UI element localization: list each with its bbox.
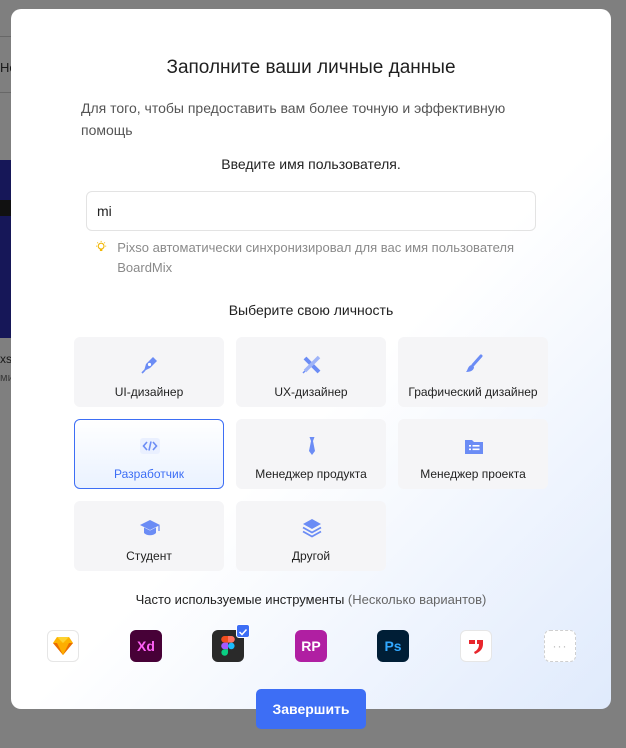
- figma-icon: [221, 636, 235, 656]
- profile-modal: Заполните ваши личные данные Для того, ч…: [11, 9, 611, 729]
- tie-icon: [309, 437, 315, 455]
- role-project-manager[interactable]: Менеджер проекта: [398, 419, 548, 489]
- sync-hint: Pixso автоматически синхронизировал для …: [95, 238, 515, 278]
- pencil-ruler-icon: [302, 355, 321, 374]
- tools-label-text: Часто используемые инструменты: [135, 592, 345, 607]
- username-label: Введите имя пользователя.: [221, 156, 401, 172]
- axure-rp-tool[interactable]: RP: [295, 630, 327, 662]
- adobe-xd-tool[interactable]: Xd: [130, 630, 162, 662]
- role-ui-designer[interactable]: UI-дизайнер: [74, 337, 224, 407]
- username-input[interactable]: [86, 191, 536, 231]
- pen-icon: [141, 357, 157, 374]
- role-graphic-designer[interactable]: Графический дизайнер: [398, 337, 548, 407]
- lightbulb-icon: [96, 240, 107, 252]
- mockplus-tool[interactable]: [460, 630, 492, 662]
- photoshop-icon: Ps: [384, 638, 402, 654]
- modal-title: Заполните ваши личные данные: [166, 57, 456, 78]
- role-other[interactable]: Другой: [236, 501, 386, 571]
- folder-list-icon: [465, 440, 483, 454]
- role-label: Менеджер продукта: [255, 467, 367, 481]
- adobe-xd-icon: Xd: [137, 638, 155, 654]
- sketch-icon: [53, 637, 73, 655]
- role-label: Разработчик: [114, 467, 184, 481]
- code-icon: [140, 438, 160, 454]
- sketch-tool[interactable]: [47, 630, 79, 662]
- hint-text: Pixso автоматически синхронизировал для …: [117, 240, 514, 275]
- tools-label: Часто используемые инструменты (Нескольк…: [11, 592, 611, 607]
- graduation-cap-icon: [140, 520, 160, 536]
- role-label: Другой: [291, 549, 331, 563]
- role-ux-designer[interactable]: UX-дизайнер: [236, 337, 386, 407]
- modal-subtitle: Для того, чтобы предоставить вам более т…: [81, 100, 506, 138]
- more-tools-button[interactable]: ···: [544, 630, 576, 662]
- photoshop-tool[interactable]: Ps: [377, 630, 409, 662]
- brush-icon: [466, 354, 483, 372]
- role-label: Менеджер проекта: [420, 467, 526, 481]
- role-label: UX-дизайнер: [274, 385, 348, 399]
- role-label: UI-дизайнер: [114, 385, 184, 399]
- selected-check-icon: [236, 624, 250, 638]
- tools-label-note: (Несколько вариантов): [347, 592, 487, 607]
- mockplus-icon: [469, 640, 483, 654]
- role-developer[interactable]: Разработчик: [74, 419, 224, 489]
- axure-rp-icon: RP: [301, 638, 321, 654]
- role-label: Графический дизайнер: [408, 385, 538, 399]
- layers-icon: [302, 519, 322, 538]
- role-student[interactable]: Студент: [74, 501, 224, 571]
- figma-tool[interactable]: [212, 624, 250, 662]
- role-label: Студент: [126, 549, 172, 563]
- more-icon: ···: [552, 639, 568, 653]
- identity-label: Выберите свою личность: [228, 302, 394, 318]
- role-product-manager[interactable]: Менеджер продукта: [236, 419, 386, 489]
- finish-button[interactable]: Завершить: [256, 689, 366, 729]
